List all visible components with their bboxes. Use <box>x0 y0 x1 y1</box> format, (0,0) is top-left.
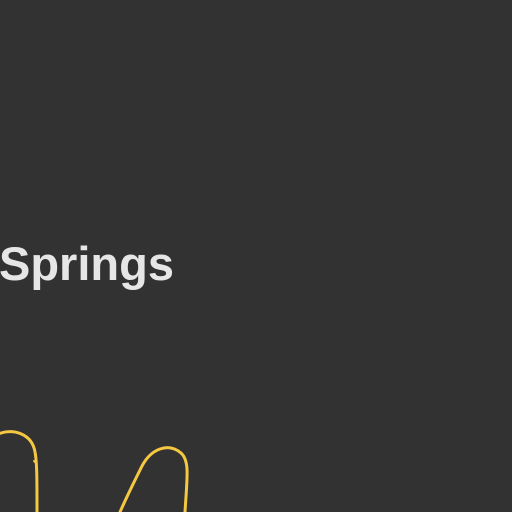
outline-loop-right <box>118 446 189 512</box>
slide-canvas: Springs <box>0 0 512 512</box>
outline-loop-left <box>0 430 39 512</box>
page-title: Springs <box>0 237 174 290</box>
outline-loop-left-tick <box>33 460 37 464</box>
